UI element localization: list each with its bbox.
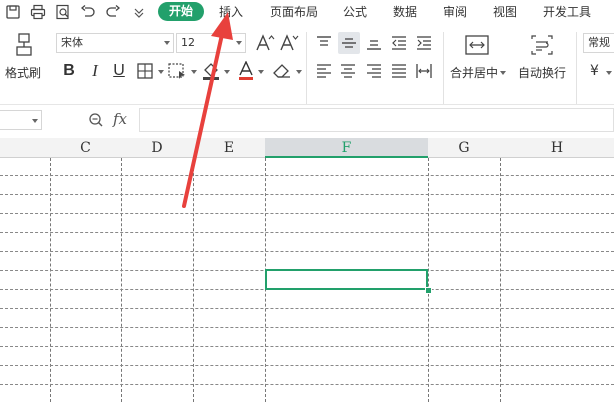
annotation-arrow-icon <box>182 12 233 208</box>
